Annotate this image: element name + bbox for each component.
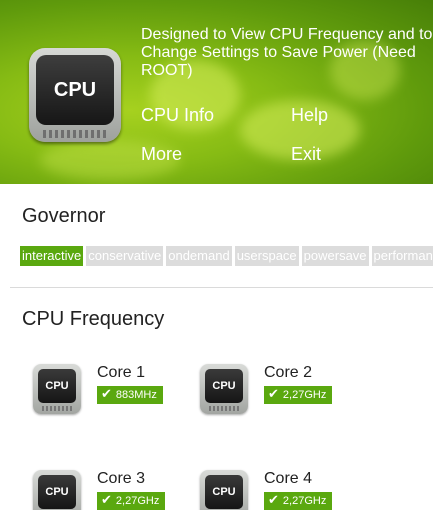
- section-divider: [10, 287, 433, 288]
- frequency-badge: ✔ 883MHz: [97, 386, 163, 404]
- check-icon: ✔: [268, 493, 279, 508]
- governor-option-ondemand[interactable]: ondemand: [166, 246, 232, 266]
- frequency-value: 883MHz: [115, 389, 157, 401]
- governor-option-conservative[interactable]: conservative: [86, 246, 164, 266]
- header-banner: CPU Designed to View CPU Frequency and t…: [0, 0, 433, 184]
- check-icon: ✔: [101, 493, 112, 508]
- chip-pins: [209, 406, 239, 411]
- core-icon-text: CPU: [205, 475, 243, 509]
- core-icon-text: CPU: [205, 369, 243, 403]
- core-label: Core 3: [97, 470, 146, 487]
- governor-option-performance[interactable]: performance: [371, 246, 433, 266]
- menu-help[interactable]: Help: [291, 104, 328, 126]
- governor-options: interactive conservative ondemand userspace…: [20, 246, 433, 266]
- governor-title: Governor: [22, 205, 106, 227]
- frequency-badge: ✔ 2,27GHz: [264, 386, 333, 404]
- chip-pins: [42, 406, 72, 411]
- governor-option-powersave[interactable]: powersave: [301, 246, 369, 266]
- menu-more[interactable]: More: [141, 143, 182, 165]
- core-item-2: CPU Core 2 ✔ 2,27GHz: [200, 364, 360, 424]
- app-logo-text: CPU: [36, 55, 114, 125]
- menu-exit[interactable]: Exit: [291, 143, 321, 165]
- core-label: Core 1: [97, 364, 146, 381]
- chip-pins: [43, 130, 107, 138]
- cpu-chip-icon: CPU: [33, 364, 81, 414]
- cpu-chip-icon: CPU: [33, 470, 81, 510]
- core-label: Core 2: [264, 364, 313, 381]
- frequency-value: 2,27GHz: [282, 389, 327, 401]
- core-label: Core 4: [264, 470, 313, 487]
- frequency-badge: ✔ 2,27GHz: [264, 492, 333, 510]
- cpu-chip-icon: CPU: [200, 364, 248, 414]
- app-screen: CPU Designed to View CPU Frequency and t…: [0, 0, 433, 510]
- cpu-chip-icon: CPU: [200, 470, 248, 510]
- governor-option-userspace[interactable]: userspace: [234, 246, 299, 266]
- frequency-value: 2,27GHz: [115, 495, 160, 507]
- frequency-value: 2,27GHz: [282, 495, 327, 507]
- governor-option-interactive[interactable]: interactive: [20, 246, 84, 266]
- check-icon: ✔: [268, 387, 279, 402]
- frequency-badge: ✔ 2,27GHz: [97, 492, 166, 510]
- app-logo-icon: CPU: [29, 48, 121, 142]
- core-item-1: CPU Core 1 ✔ 883MHz: [33, 364, 193, 424]
- core-icon-text: CPU: [38, 369, 76, 403]
- core-item-3: CPU Core 3 ✔ 2,27GHz: [33, 470, 193, 510]
- check-icon: ✔: [101, 387, 112, 402]
- menu-cpu-info[interactable]: CPU Info: [141, 104, 214, 126]
- cpu-frequency-title: CPU Frequency: [22, 308, 165, 330]
- core-item-4: CPU Core 4 ✔ 2,27GHz: [200, 470, 360, 510]
- app-description: Designed to View CPU Frequency and to Ch…: [141, 26, 433, 79]
- core-icon-text: CPU: [38, 475, 76, 509]
